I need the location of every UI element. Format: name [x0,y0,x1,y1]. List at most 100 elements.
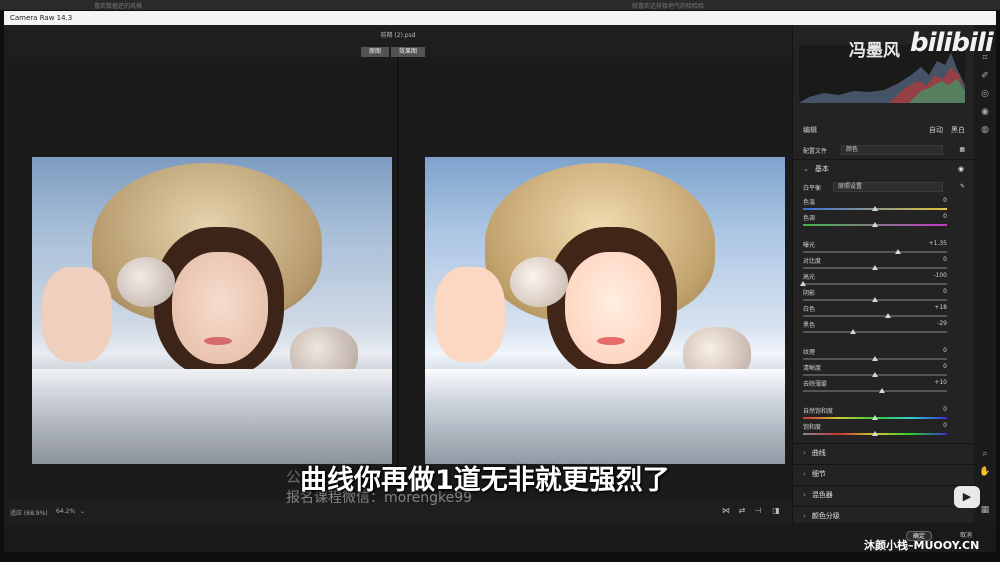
section-header[interactable]: › 混色器 [793,485,974,503]
zoom-fit-label[interactable]: 适应 (68.9%) [10,508,48,517]
slider-thumb[interactable] [872,222,878,227]
slider-track[interactable] [803,251,947,253]
window-titlebar: Camera Raw 14.3 [4,11,996,25]
basic-label: 基本 [814,165,829,173]
slider-label: 阴影 [803,290,816,297]
brush-icon[interactable]: ✐ [978,69,992,83]
image-viewer[interactable] [4,57,792,501]
eyedropper-icon[interactable]: ✎ [960,183,965,190]
section-header[interactable]: › 曲线 [793,443,974,461]
slider-label: 黑色 [803,322,816,329]
slider-thumb[interactable] [872,431,878,436]
slider-value-input[interactable]: 0 [943,422,947,429]
zoom-value[interactable]: 64.2% [56,508,75,515]
slider-track[interactable] [803,331,947,333]
slider-track[interactable] [803,390,947,392]
slider-thumb[interactable] [884,313,891,318]
section-header[interactable]: › 细节 [793,464,974,482]
top-strip-right-text: 就喜欢这样接地气的哈哈哈 [632,3,705,10]
slider-track[interactable] [803,283,947,285]
slider-label: 去除薄雾 [803,381,828,388]
chevron-right-icon: › [803,449,806,457]
slider-track[interactable] [803,315,947,317]
tab-result[interactable]: 效果图 [391,47,426,57]
slider-value-input[interactable]: +18 [934,304,947,311]
slider-value-input[interactable]: +10 [934,379,947,386]
bottom-bar: 确定 取消 [4,523,996,552]
slider-label: 清晰度 [803,365,822,372]
section-label: 混色器 [811,491,833,499]
chevron-right-icon: › [803,491,806,499]
slider-thumb[interactable] [872,356,878,361]
profile-row: 配置文件 颜色 ▦ [803,145,965,156]
slider-value-input[interactable]: -100 [933,272,947,279]
slider-thumb[interactable] [895,249,902,254]
toggle-before-after-icon[interactable]: ◨ [770,506,782,518]
wb-select[interactable]: 原照设置 [833,182,943,192]
logo-site: bilibili [910,28,994,58]
slider-thumb[interactable] [850,329,857,334]
edit-header: 编辑 自动 黑白 [803,125,965,135]
slider-value-input[interactable]: 0 [943,197,947,204]
logo-author: 冯墨风 [849,41,900,61]
profile-label: 配置文件 [803,148,828,155]
section-label: 曲线 [811,449,826,457]
zoom-icon[interactable]: ⌕ [978,447,992,461]
hand-icon[interactable]: ✋ [978,465,992,479]
wb-row: 白平衡 原照设置 ✎ [803,182,965,193]
slider-thumb[interactable] [800,281,806,286]
slider-value-input[interactable]: 0 [943,406,947,413]
eye-icon[interactable]: ◉ [958,160,964,178]
slider-value-input[interactable]: 0 [943,213,947,220]
profile-select[interactable]: 颜色 [841,145,943,155]
slider-thumb[interactable] [872,297,878,302]
slider-value-input[interactable]: 0 [943,288,947,295]
chevron-right-icon: › [803,470,806,478]
slider-value-input[interactable]: 0 [943,347,947,354]
section-label: 颜色分级 [811,512,840,520]
slider-label: 自然饱和度 [803,408,834,415]
view-tabs: 原图 效果图 [361,47,426,57]
slider-label: 色调 [803,215,816,222]
slider-label: 曝光 [803,242,816,249]
slider-value-input[interactable]: +1.35 [929,240,947,247]
bw-button[interactable]: 黑白 [951,125,965,135]
slider-thumb[interactable] [872,265,878,270]
slider-thumb[interactable] [872,372,878,377]
slider-value-input[interactable]: 0 [943,256,947,263]
chevron-down-icon[interactable]: ⌄ [80,508,85,515]
swap-icon[interactable]: ⇄ [736,506,748,518]
grid-overlay-icon[interactable]: ▦ [978,503,992,517]
slider-thumb[interactable] [872,206,878,211]
basic-section-header[interactable]: ⌄ 基本 ◉ [793,159,974,177]
play-icon[interactable]: ▶ [954,486,980,508]
slider-thumb[interactable] [879,388,886,393]
tool-strip: ⌗ ✐ ◎ ◉ ◍ ⌕ ✋ ▦ [974,25,996,523]
view-mode-icon[interactable]: ⋈ [720,506,732,518]
heal-icon[interactable]: ◎ [978,87,992,101]
subtitle: 曲线你再做1道无非就更强烈了 [300,465,670,496]
auto-button[interactable]: 自动 [929,125,943,135]
slider-label: 色温 [803,199,816,206]
grid-icon[interactable]: ▦ [959,146,965,153]
app-title: Camera Raw 14.3 [10,14,73,22]
after-photo [425,157,785,464]
copy-settings-icon[interactable]: ⊣ [752,506,764,518]
before-photo [32,157,392,464]
tab-original[interactable]: 原图 [361,47,390,57]
slider-value-input[interactable]: 0 [943,363,947,370]
redeye-icon[interactable]: ◉ [978,105,992,119]
section-header[interactable]: › 颜色分级 [793,506,974,524]
slider-label: 纹理 [803,349,816,356]
presets-icon[interactable]: ◍ [978,123,992,137]
chevron-down-icon: ⌄ [803,165,809,173]
top-strip: 喜欢数据还的风格 就喜欢这样接地气的哈哈哈 [0,0,1000,10]
slider-label: 高光 [803,274,816,281]
slider-value-input[interactable]: -29 [937,320,947,327]
brand-watermark: 沐颜小栈–MUOOY.CN [864,539,980,552]
edit-panel: 编辑 自动 黑白 配置文件 颜色 ▦ ⌄ 基本 ◉ 白平衡 原照设置 ✎ 色温 0 色… [792,25,974,523]
file-name-bar: 前期 (2).psd [4,25,792,47]
watermark-line1: 公 [286,468,302,486]
slider-label: 饱和度 [803,424,822,431]
slider-thumb[interactable] [872,415,878,420]
